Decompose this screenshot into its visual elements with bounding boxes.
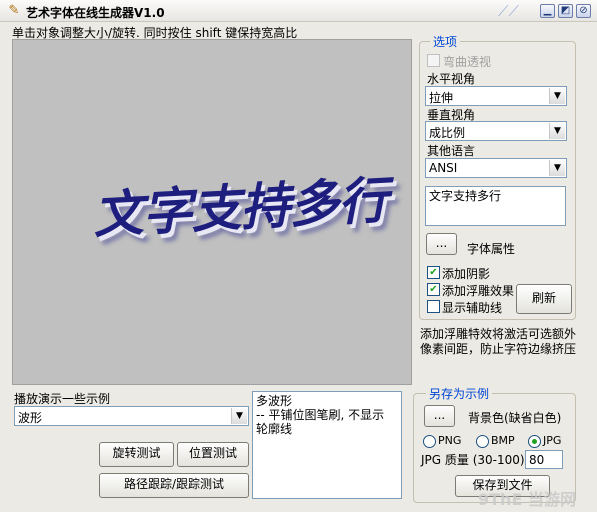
demo-select[interactable]: 波形 ▼: [14, 406, 249, 426]
demo-selected-value: 波形: [18, 411, 43, 425]
preview-canvas[interactable]: 文字支持多行: [12, 39, 412, 385]
emboss-note-line2: 像素间距，防止字符边缘挤压: [420, 342, 577, 356]
background-color-button[interactable]: ...: [424, 405, 455, 427]
jpg-quality-input[interactable]: 80: [525, 450, 563, 469]
app-pen-icon: ✎: [8, 3, 20, 18]
font-picker-button[interactable]: ...: [426, 233, 457, 255]
demo-description: 多波形 -- 平铺位图笔刷, 不显示 轮廓线: [252, 391, 402, 499]
show-guides-label: 显示辅助线: [442, 301, 503, 315]
png-radio[interactable]: [423, 435, 436, 448]
save-legend: 另存为示例: [426, 385, 493, 402]
options-legend: 选项: [430, 33, 461, 50]
jpg-label: JPG: [543, 434, 562, 447]
language-label: 其他语言: [427, 144, 476, 158]
background-color-label: 背景色(缺省白色): [468, 411, 562, 425]
png-label: PNG: [438, 434, 462, 447]
site-watermark: 9ThE 当游网: [478, 490, 576, 509]
add-emboss-checkbox[interactable]: ✔: [427, 283, 440, 296]
chevron-down-icon[interactable]: ▼: [549, 123, 565, 139]
language-value: ANSI: [429, 161, 458, 175]
demo-description-line3: 轮廓线: [256, 422, 293, 436]
horizontal-view-value: 拉伸: [429, 91, 454, 105]
position-test-button[interactable]: 位置测试: [177, 442, 249, 467]
chevron-down-icon[interactable]: ▼: [231, 408, 247, 424]
horizontal-view-label: 水平视角: [427, 72, 476, 86]
jpg-quality-label: JPG 质量 (30-100): [421, 453, 525, 467]
refresh-button[interactable]: 刷新: [516, 284, 572, 314]
demo-description-line1: 多波形: [256, 394, 293, 408]
show-guides-checkbox[interactable]: [427, 300, 440, 313]
curve-perspective-checkbox[interactable]: [427, 54, 440, 67]
window-title: 艺术字体在线生成器V1.0: [26, 6, 165, 20]
add-emboss-label: 添加浮雕效果: [442, 284, 515, 298]
art-text-object[interactable]: 文字支持多行: [91, 160, 389, 247]
title-bar: ✎ 艺术字体在线生成器V1.0 ⟋⟋ ▁ ◩ ⊘: [0, 0, 597, 22]
vertical-view-value: 成比例: [429, 126, 466, 140]
chevron-down-icon[interactable]: ▼: [549, 160, 565, 176]
vertical-view-select[interactable]: 成比例 ▼: [425, 121, 567, 141]
demo-label: 播放演示一些示例: [14, 392, 111, 406]
font-properties-label: 字体属性: [467, 242, 516, 256]
chevron-down-icon[interactable]: ▼: [549, 88, 565, 104]
language-select[interactable]: ANSI ▼: [425, 158, 567, 178]
maximize-button[interactable]: ◩: [558, 4, 573, 18]
close-button[interactable]: ⊘: [576, 4, 591, 18]
add-shadow-label: 添加阴影: [442, 267, 491, 281]
path-tracking-button[interactable]: 路径跟踪/跟踪测试: [99, 473, 249, 498]
bmp-label: BMP: [491, 434, 515, 447]
rotate-test-button[interactable]: 旋转测试: [99, 442, 174, 467]
bmp-radio[interactable]: [476, 435, 489, 448]
minimize-button[interactable]: ▁: [540, 4, 555, 18]
window-decoration-icon: ⟋⟋: [498, 2, 520, 20]
curve-perspective-label: 弯曲透视: [443, 55, 492, 69]
jpg-radio[interactable]: [528, 435, 541, 448]
art-text-input[interactable]: 文字支持多行: [425, 186, 566, 226]
demo-description-line2: -- 平铺位图笔刷, 不显示: [256, 408, 385, 422]
horizontal-view-select[interactable]: 拉伸 ▼: [425, 86, 567, 106]
add-shadow-checkbox[interactable]: ✔: [427, 266, 440, 279]
